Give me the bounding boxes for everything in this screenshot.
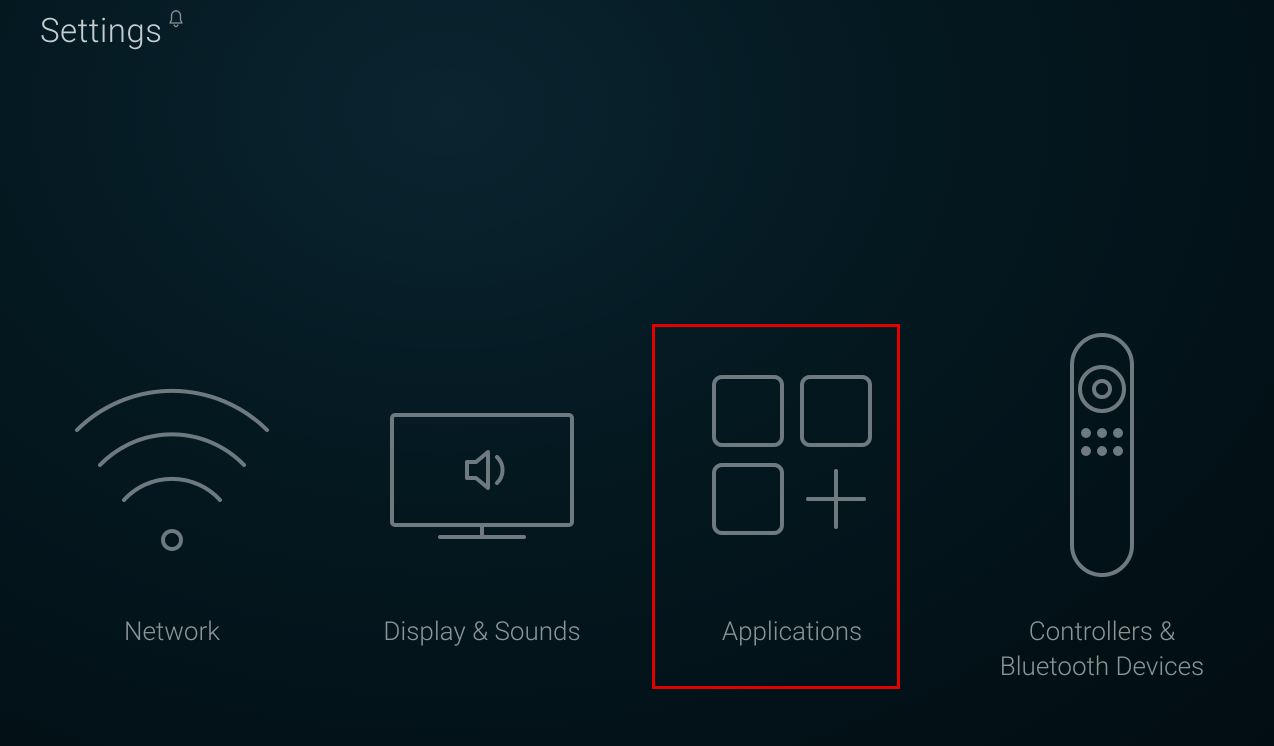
tile-network[interactable]: Network <box>45 325 300 685</box>
tile-label-applications: Applications <box>722 615 862 650</box>
bell-icon <box>168 12 184 28</box>
page-title: Settings <box>40 12 162 51</box>
apps-icon <box>682 325 902 585</box>
tile-label-display-sounds: Display & Sounds <box>383 615 580 650</box>
remote-icon <box>1042 325 1162 585</box>
settings-tiles-row: Network Display & Sounds <box>0 325 1274 685</box>
tile-applications[interactable]: Applications <box>665 325 920 685</box>
tile-label-network: Network <box>124 615 220 650</box>
tile-label-controllers: Controllers & Bluetooth Devices <box>975 615 1230 685</box>
tile-controllers[interactable]: Controllers & Bluetooth Devices <box>975 325 1230 685</box>
wifi-icon <box>62 325 282 585</box>
header: Settings <box>40 12 184 51</box>
tile-display-sounds[interactable]: Display & Sounds <box>355 325 610 685</box>
tv-sound-icon <box>372 325 592 585</box>
